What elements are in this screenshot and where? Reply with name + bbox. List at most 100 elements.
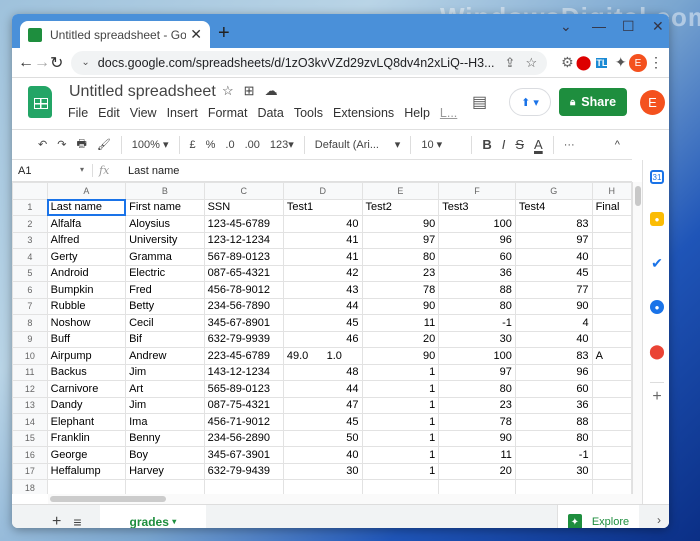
account-avatar[interactable]: E [640,90,665,115]
cell[interactable] [591,363,632,381]
vertical-scrollbar[interactable] [632,182,642,494]
cell[interactable]: 11 [361,314,440,332]
cell[interactable]: 88 [514,413,593,431]
row-header[interactable]: 9 [12,330,48,348]
cell[interactable]: Alfalfa [46,215,127,233]
cell[interactable]: Test1 [282,198,363,216]
menu-insert[interactable]: Insert [167,106,198,120]
close-window-button[interactable]: ✕ [652,18,664,35]
cell[interactable]: 30 [438,330,516,348]
cell[interactable]: 1 [361,462,440,480]
horizontal-scrollbar[interactable] [48,494,642,504]
vertical-scroll-thumb[interactable] [635,186,641,206]
cell[interactable]: 1 [361,363,440,381]
cell[interactable]: University [125,231,205,249]
maps-icon[interactable]: ⬤ [649,343,665,359]
cell[interactable]: 96 [514,363,593,381]
strikethrough-button[interactable]: S [515,137,524,152]
cell[interactable]: 48 [282,363,363,381]
cell[interactable]: 45 [514,264,593,282]
site-info-icon[interactable]: ⌄ [81,57,89,68]
cell[interactable]: 30 [514,462,593,480]
cell[interactable]: Test2 [361,198,440,216]
add-sheet-icon[interactable]: + [52,513,61,529]
cell[interactable]: George [46,446,127,464]
cell[interactable]: 456-78-9012 [203,281,284,299]
cell[interactable]: 78 [361,281,440,299]
settings-gear-icon[interactable]: ⚙ [561,54,574,71]
share-page-icon[interactable]: ⇪ [505,55,516,71]
column-header[interactable]: E [361,182,440,200]
cell[interactable]: SSN [203,198,284,216]
cell[interactable]: 90 [361,297,440,315]
cell[interactable]: 1 [361,446,440,464]
cell[interactable]: 36 [438,264,516,282]
cell[interactable]: Last name [46,198,127,216]
column-header[interactable]: B [125,182,205,200]
cell[interactable] [438,479,516,494]
menu-view[interactable]: View [130,106,157,120]
profile-button[interactable]: E [629,53,647,73]
comments-icon[interactable]: ▤ [472,92,487,112]
menu-extensions[interactable]: Extensions [333,106,394,120]
extensions-puzzle-icon[interactable]: ✦ [614,54,627,71]
cell[interactable]: 143-12-1234 [203,363,284,381]
calendar-icon[interactable]: 31 [650,170,664,184]
cell[interactable]: 40 [514,248,593,266]
cell[interactable]: Carnivore [46,380,127,398]
cell[interactable]: 44 [282,297,363,315]
redo-icon[interactable]: ↷ [57,138,66,151]
reload-icon[interactable]: ↻ [50,53,63,73]
cell-table[interactable]: ABCDEFGH 1 Last name First name SSN Test1 Tes… [12,182,632,494]
document-title[interactable]: Untitled spreadsheet [69,83,216,101]
minimize-button[interactable]: — [592,18,606,34]
adblock-extension-icon[interactable]: ⬤ [576,54,592,71]
cell[interactable] [125,479,205,494]
menu-data[interactable]: Data [257,106,283,120]
cell[interactable]: Franklin [46,429,127,447]
cell[interactable]: Andrew [125,347,205,365]
url-text[interactable]: docs.google.com/spreadsheets/d/1zO3kvVZd… [98,56,495,70]
row-header[interactable]: 16 [12,446,48,464]
cell[interactable]: 1 [361,380,440,398]
tab-search-icon[interactable]: ⌄ [560,18,572,35]
cell[interactable]: Rubble [46,297,127,315]
get-addons-icon[interactable]: + [650,388,664,405]
collapse-menu-icon[interactable]: ^ [615,139,620,151]
cell[interactable]: 47 [282,396,363,414]
cell[interactable] [591,231,632,249]
cell[interactable]: Gerty [46,248,127,266]
all-sheets-icon[interactable]: ≡ [73,514,81,529]
cell[interactable]: Jim [125,363,205,381]
cell[interactable]: Electric [125,264,205,282]
cell[interactable]: 100 [438,215,516,233]
cell[interactable]: 100 [438,347,516,365]
cell[interactable]: Final [591,198,632,216]
row-header[interactable]: 8 [12,314,48,332]
cell[interactable]: 565-89-0123 [203,380,284,398]
cell[interactable]: 087-75-4321 [203,396,284,414]
cell[interactable]: 90 [361,215,440,233]
cell[interactable]: 96 [438,231,516,249]
cell[interactable]: 632-79-9439 [203,462,284,480]
row-header[interactable]: 12 [12,380,48,398]
menu-format[interactable]: Format [208,106,248,120]
show-side-panel-chevron-icon[interactable]: › [657,513,661,527]
row-header[interactable]: 15 [12,429,48,447]
column-header[interactable]: C [203,182,284,200]
browser-tab[interactable]: Untitled spreadsheet - Google Sh ✕ [20,21,210,48]
cell[interactable]: 43 [282,281,363,299]
new-tab-button[interactable]: + [218,22,230,45]
cell[interactable]: 4 [514,314,593,332]
cell[interactable]: Harvey [125,462,205,480]
row-header[interactable]: 17 [12,462,48,480]
cell[interactable]: 88 [438,281,516,299]
column-header[interactable]: A [46,182,127,200]
cell[interactable]: 345-67-8901 [203,314,284,332]
row-header[interactable]: 18 [12,479,48,494]
cell[interactable]: 90 [514,297,593,315]
cell[interactable]: Betty [125,297,205,315]
decrease-decimal-button[interactable]: .0 [225,139,234,151]
cell[interactable]: 83 [514,347,593,365]
browser-menu-icon[interactable]: ⋮ [649,54,663,71]
